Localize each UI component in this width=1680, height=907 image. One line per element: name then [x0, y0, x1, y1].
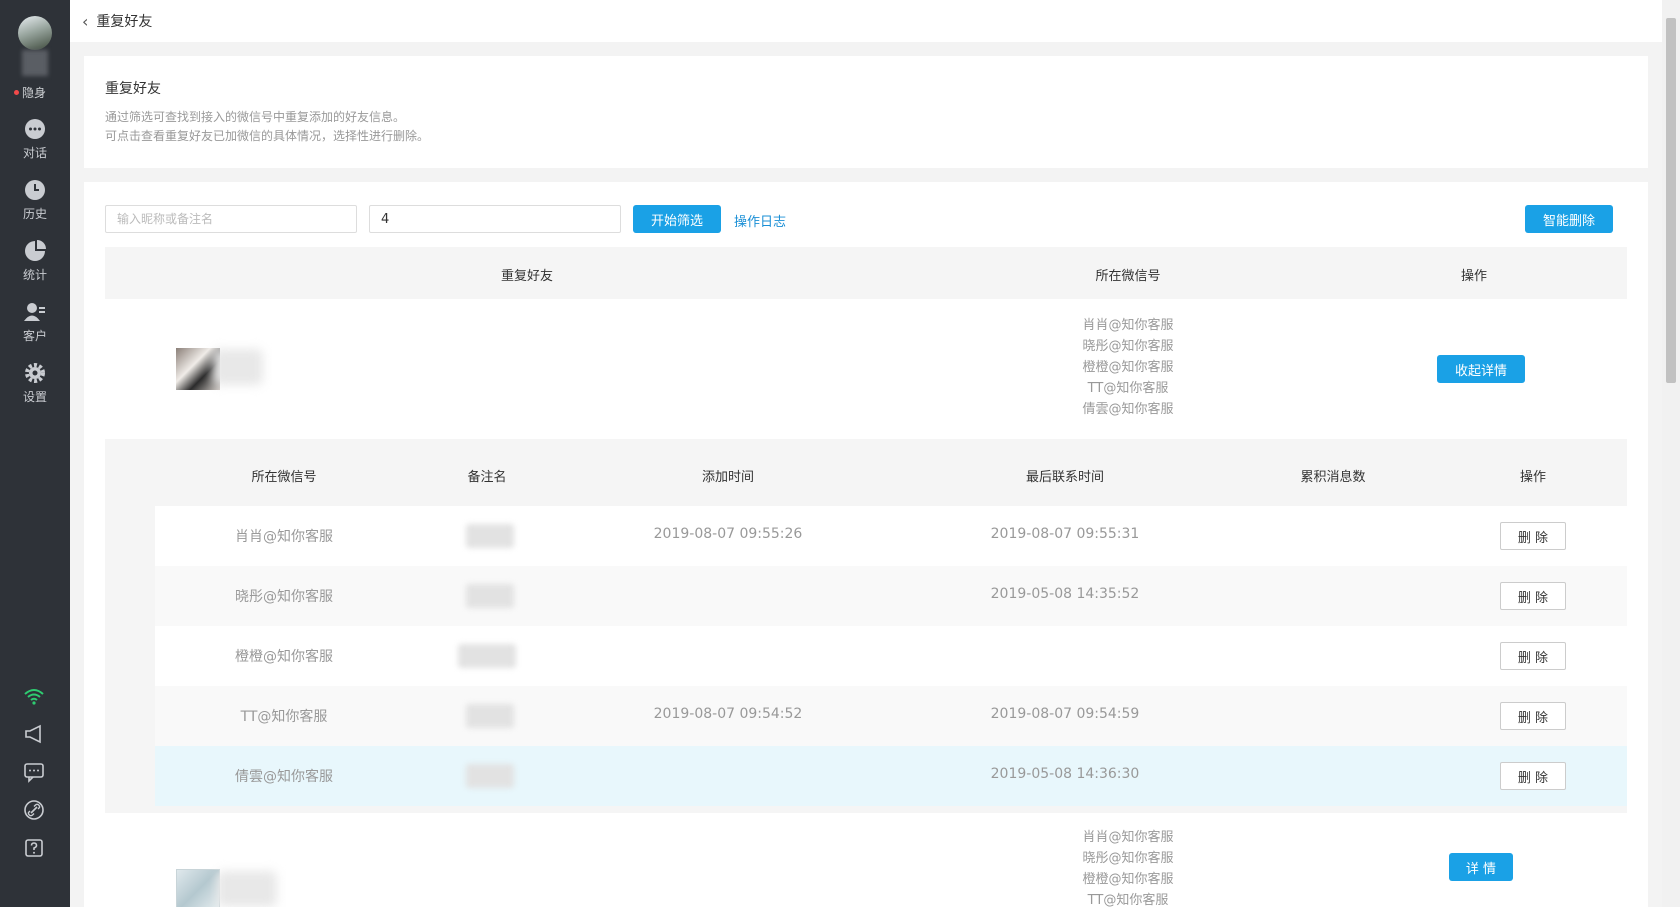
delete-button[interactable]: 删 除	[1500, 702, 1566, 730]
smart-delete-button[interactable]: 智能删除	[1525, 205, 1613, 233]
avatar[interactable]	[18, 16, 52, 50]
header-bar: ‹ 重复好友	[70, 0, 1662, 42]
sidebar-item-label: 客户	[22, 329, 47, 343]
detail-header-remark: 备注名	[467, 470, 507, 485]
sidebar-item-settings[interactable]: 设置	[0, 362, 70, 405]
info-card: 重复好友 通过筛选可查找到接入的微信号中重复添加的好友信息。 可点击查看重复好友…	[84, 56, 1648, 168]
cell-last-contact: 2019-08-07 09:55:31	[990, 526, 1140, 542]
pie-chart-icon	[25, 240, 46, 261]
detail-header-msg-count: 累积消息数	[1300, 470, 1366, 485]
link-icon[interactable]	[23, 799, 45, 821]
detail-row: 肖肖@知你客服 2019-08-07 09:55:26 2019-08-07 0…	[155, 506, 1627, 566]
cell-last-contact: 2019-05-08 14:36:30	[990, 766, 1140, 782]
customer-icon	[24, 303, 45, 321]
account-item: 肖肖@知你客服	[1082, 318, 1174, 333]
sidebar-item-history[interactable]: 历史	[0, 179, 70, 222]
cell-remark-blurred	[466, 704, 514, 728]
avatar-badge	[22, 50, 48, 76]
detail-header-account: 所在微信号	[251, 470, 317, 485]
help-icon[interactable]	[23, 837, 45, 859]
gear-icon	[25, 363, 45, 383]
account-list: 肖肖@知你客服 晓彤@知你客服 橙橙@知你客服 TT@知你客服	[1028, 827, 1228, 907]
cell-account: 晓彤@知你客服	[235, 589, 333, 605]
delete-button[interactable]: 删 除	[1500, 522, 1566, 550]
delete-button[interactable]: 删 除	[1500, 582, 1566, 610]
info-title: 重复好友	[105, 81, 161, 97]
chat-icon	[25, 119, 45, 139]
cell-last-contact: 2019-08-07 09:54:59	[990, 706, 1140, 722]
account-list: 肖肖@知你客服 晓彤@知你客服 橙橙@知你客服 TT@知你客服 倩雲@知你客服	[1028, 315, 1228, 420]
main-card: 开始筛选 操作日志 智能删除 重复好友 所在微信号 操作 肖肖@知你客服 晓彤@…	[84, 182, 1648, 907]
scrollbar[interactable]	[1662, 0, 1680, 907]
delete-button[interactable]: 删 除	[1500, 642, 1566, 670]
page-title: 重复好友	[96, 14, 153, 30]
table-header: 重复好友 所在微信号 操作	[105, 247, 1627, 299]
friend-avatar[interactable]	[176, 869, 220, 907]
status-indicator[interactable]: 隐身	[14, 84, 62, 101]
cell-account: 橙橙@知你客服	[235, 649, 333, 665]
sidebar: 隐身 对话 历史 统计 客户 设置	[0, 0, 70, 907]
detail-row: 橙橙@知你客服 删 除	[155, 626, 1627, 686]
detail-header-add-time: 添加时间	[701, 470, 755, 485]
detail-row: 晓彤@知你客服 2019-05-08 14:35:52 删 除	[155, 566, 1627, 626]
account-item: 肖肖@知你客服	[1082, 830, 1174, 845]
cell-account: 肖肖@知你客服	[235, 529, 333, 545]
sidebar-item-label: 设置	[22, 390, 47, 404]
info-line-1: 通过筛选可查找到接入的微信号中重复添加的好友信息。	[105, 110, 406, 124]
cell-remark-blurred	[466, 524, 514, 548]
account-item: 倩雲@知你客服	[1082, 402, 1174, 417]
detail-row: 倩雲@知你客服 2019-05-08 14:36:30 删 除	[155, 746, 1627, 806]
cell-last-contact: 2019-05-08 14:35:52	[990, 586, 1140, 602]
cell-add-time: 2019-08-07 09:54:52	[653, 706, 803, 722]
table-row: 肖肖@知你客服 晓彤@知你客服 橙橙@知你客服 TT@知你客服 倩雲@知你客服 …	[105, 299, 1627, 439]
sidebar-item-label: 统计	[22, 268, 47, 282]
detail-panel: 所在微信号 备注名 添加时间 最后联系时间 累积消息数 操作 肖肖@知你客服 2…	[105, 439, 1627, 813]
header-account: 所在微信号	[1095, 269, 1161, 284]
cell-remark-blurred	[458, 644, 516, 668]
account-item: 晓彤@知你客服	[1082, 851, 1174, 866]
sidebar-item-customer[interactable]: 客户	[0, 301, 70, 344]
scrollbar-thumb[interactable]	[1666, 18, 1676, 383]
cell-remark-blurred	[466, 584, 514, 608]
clock-icon	[25, 180, 45, 200]
detail-row: TT@知你客服 2019-08-07 09:54:52 2019-08-07 0…	[155, 686, 1627, 746]
account-item: TT@知你客服	[1087, 381, 1169, 396]
wifi-icon	[24, 689, 44, 705]
sidebar-item-chat[interactable]: 对话	[0, 118, 70, 161]
detail-header: 所在微信号 备注名 添加时间 最后联系时间 累积消息数 操作	[155, 439, 1627, 506]
status-dot-icon	[14, 90, 19, 95]
header-friend: 重复好友	[500, 269, 554, 284]
cell-account: TT@知你客服	[240, 709, 328, 725]
account-item: TT@知你客服	[1087, 893, 1169, 907]
delete-button[interactable]: 删 除	[1500, 762, 1566, 790]
table-row: 肖肖@知你客服 晓彤@知你客服 橙橙@知你客服 TT@知你客服 详 情	[105, 827, 1627, 907]
detail-header-last-contact: 最后联系时间	[1025, 470, 1105, 485]
info-line-2: 可点击查看重复好友已加微信的具体情况，选择性进行删除。	[105, 129, 430, 143]
cell-account: 倩雲@知你客服	[235, 769, 333, 785]
friend-name-blurred	[217, 871, 277, 907]
account-item: 晓彤@知你客服	[1082, 339, 1174, 354]
filter-button[interactable]: 开始筛选	[633, 205, 721, 233]
header-action: 操作	[1460, 269, 1488, 284]
friend-name-blurred	[213, 349, 263, 385]
megaphone-icon[interactable]	[23, 723, 45, 745]
account-item: 橙橙@知你客服	[1082, 872, 1174, 887]
status-label: 隐身	[22, 86, 47, 100]
sidebar-item-label: 对话	[22, 146, 47, 160]
sidebar-item-stats[interactable]: 统计	[0, 240, 70, 283]
count-input[interactable]	[369, 205, 621, 233]
collapse-details-button[interactable]: 收起详情	[1437, 355, 1525, 383]
sidebar-item-label: 历史	[22, 207, 47, 221]
details-button[interactable]: 详 情	[1449, 853, 1513, 881]
search-input[interactable]	[105, 205, 357, 233]
cell-remark-blurred	[466, 764, 514, 788]
message-icon[interactable]	[23, 761, 45, 783]
account-item: 橙橙@知你客服	[1082, 360, 1174, 375]
back-chevron-icon[interactable]: ‹	[82, 12, 88, 31]
cell-add-time: 2019-08-07 09:55:26	[653, 526, 803, 542]
operation-log-link[interactable]: 操作日志	[734, 211, 786, 230]
detail-header-action: 操作	[1519, 470, 1547, 485]
